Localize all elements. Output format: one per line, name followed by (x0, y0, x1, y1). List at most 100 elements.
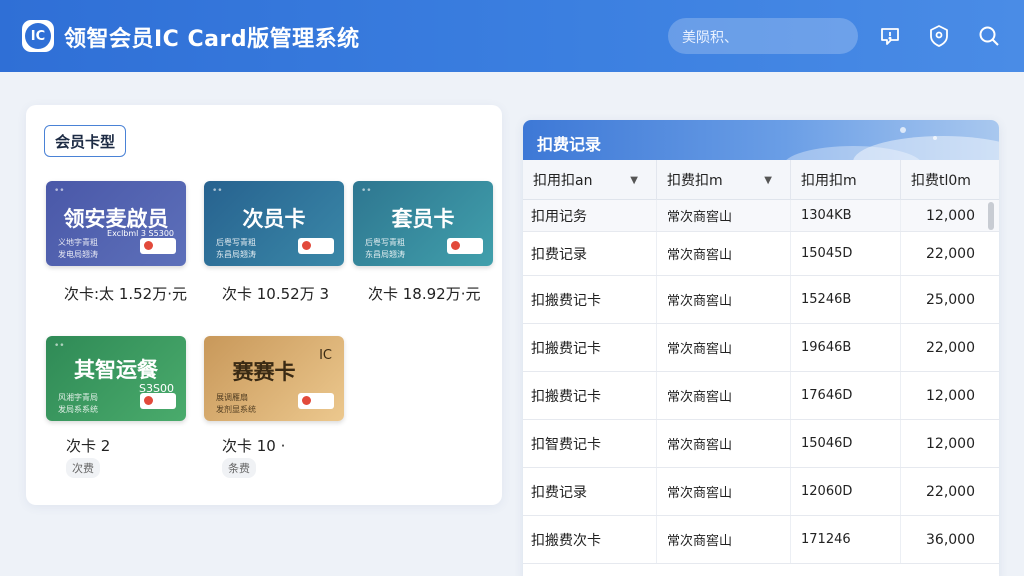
table-cell: 扣搬费次卡 (523, 516, 657, 563)
table-cell: 22,000 (926, 339, 975, 356)
card-chip-icon (140, 393, 176, 409)
table-cell: 36,000 (926, 531, 975, 548)
table-cell: 15046D (791, 420, 901, 467)
table-cell: 17646D (791, 372, 901, 419)
table-cell: 扣费记录 (523, 468, 657, 515)
table-row[interactable]: 扣用记务 常次商窖山 1304KB 12,000 (523, 200, 999, 232)
top-header: IC 领智会员IC Card版管理系统 美陨积、 (0, 0, 1024, 72)
table-cell: 扣费记录 (523, 232, 657, 275)
card-chip-icon (140, 238, 176, 254)
table-cell: 171246 (791, 516, 901, 563)
table-cell: 12,000 (926, 207, 975, 224)
table-cell: 常次商窖山 (657, 232, 791, 275)
records-panel-header: 扣费记录 (523, 120, 999, 160)
card-types-panel: 会员卡型 •• 领安麦啟员 义地字青粗 发电局翘涛 Exclbml 3 S530… (26, 105, 502, 505)
table-cell: 常次商窖山 (657, 324, 791, 371)
table-cell: 22,000 (926, 245, 975, 262)
card-chip-icon (447, 238, 483, 254)
member-card-1[interactable]: •• 领安麦啟员 义地字青粗 发电局翘涛 Exclbml 3 S5300 (46, 181, 186, 266)
table-scrollbar[interactable] (988, 202, 994, 230)
card-subtext: 东昌局翘涛 (365, 250, 405, 259)
card-info: 次卡:太 1.52万·元 (64, 285, 187, 303)
card-dots: •• (54, 186, 65, 196)
column-header-4[interactable]: 扣费tl0m (901, 160, 999, 200)
table-cell: 12,000 (926, 435, 975, 452)
table-cell: 常次商窖山 (657, 200, 791, 231)
records-panel: 扣费记录 扣用扣an ▼ 扣费扣m ▼ 扣用扣m 扣费tl0m 扣用记务 常次商窖… (523, 120, 999, 576)
table-cell: 常次商窖山 (657, 516, 791, 563)
table-cell: 常次商窖山 (657, 372, 791, 419)
table-row[interactable]: 扣搬费记卡 常次商窖山 17646D 12,000 (523, 372, 999, 420)
table-cell: 常次商窖山 (657, 468, 791, 515)
card-dots: •• (212, 186, 223, 196)
table-row[interactable]: 扣费记录 常次商窖山 12060D 22,000 (523, 468, 999, 516)
card-fee-pill: 次费 (66, 458, 100, 478)
table-cell: 扣搬费记卡 (523, 276, 657, 323)
card-fee-pill: 条费 (222, 458, 256, 478)
card-subtext: 展调雁扇 (216, 393, 248, 402)
column-label: 扣用扣an (533, 173, 593, 189)
search-input[interactable]: 美陨积、 (668, 18, 858, 54)
card-name: 次员卡 (242, 207, 306, 231)
card-name: 套员卡 (391, 207, 455, 231)
table-row[interactable]: 扣智费记卡 常次商窖山 15046D 12,000 (523, 420, 999, 468)
card-subtext: 后粤写青粗 (216, 238, 256, 247)
card-subtext: 发电局翘涛 (58, 250, 98, 259)
member-card-4[interactable]: •• 其智运餐 风湘字青局 发局系系统 S3S00 (46, 336, 186, 421)
table-cell: 常次商窖山 (657, 420, 791, 467)
card-info: 次卡 18.92万·元 (368, 285, 481, 303)
column-header-1[interactable]: 扣用扣an ▼ (523, 160, 657, 200)
table-row[interactable]: 扣费记录 常次商窖山 15045D 22,000 (523, 232, 999, 276)
card-badge: IC (319, 348, 332, 363)
card-chip-icon (298, 393, 334, 409)
table-cell: 12,000 (926, 387, 975, 404)
card-subtext: 东昌局翘涛 (216, 250, 256, 259)
card-subtext: 义地字青粗 (58, 238, 98, 247)
column-header-2[interactable]: 扣费扣m ▼ (657, 160, 791, 200)
member-card-2[interactable]: •• 次员卡 后粤写青粗 东昌局翘涛 (204, 181, 344, 266)
table-row[interactable]: 扣搬费记卡 常次商窖山 15246B 25,000 (523, 276, 999, 324)
card-subtext: 风湘字青局 (58, 393, 98, 402)
table-cell: 扣搬费记卡 (523, 372, 657, 419)
logo-mark: IC (25, 23, 51, 49)
card-name: 其智运餐 (74, 358, 158, 382)
card-subtext: 后粤写青粗 (365, 238, 405, 247)
card-info: 次卡 10 · (222, 437, 286, 455)
column-label: 扣用扣m (801, 173, 857, 189)
records-title: 扣费记录 (537, 135, 602, 154)
table-cell: 扣搬费记卡 (523, 324, 657, 371)
sort-caret-icon[interactable]: ▼ (630, 175, 638, 186)
card-dots: •• (361, 186, 372, 196)
column-header-3[interactable]: 扣用扣m (791, 160, 901, 200)
table-row[interactable]: 扣搬费记卡 常次商窖山 19646B 22,000 (523, 324, 999, 372)
card-chip-icon (298, 238, 334, 254)
table-cell: 15045D (791, 232, 901, 275)
card-info: 次卡 2 (66, 437, 111, 455)
card-subtext: 发剂显系统 (216, 405, 256, 414)
table-cell: 22,000 (926, 483, 975, 500)
table-header: 扣用扣an ▼ 扣费扣m ▼ 扣用扣m 扣费tl0m (523, 160, 999, 200)
table-cell: 25,000 (926, 291, 975, 308)
table-row[interactable]: 扣搬费次卡 常次商窖山 171246 36,000 (523, 516, 999, 564)
sort-caret-icon[interactable]: ▼ (764, 175, 772, 186)
column-label: 扣费tl0m (911, 173, 971, 189)
table-cell: 12060D (791, 468, 901, 515)
app-title: 领智会员IC Card版管理系统 (64, 27, 360, 52)
card-info: 次卡 10.52万 3 (222, 285, 330, 303)
card-subtext: 发局系系统 (58, 405, 98, 414)
member-card-5[interactable]: 赛赛卡 IC 展调雁扇 发剂显系统 (204, 336, 344, 421)
alert-icon[interactable] (876, 22, 904, 50)
table-cell: 1304KB (791, 200, 901, 231)
section-label: 会员卡型 (44, 125, 127, 157)
table-cell: 15246B (791, 276, 901, 323)
table-cell: 常次商窖山 (657, 276, 791, 323)
search-icon[interactable] (975, 22, 1003, 50)
column-label: 扣费扣m (667, 173, 723, 189)
shield-icon[interactable] (925, 22, 953, 50)
member-card-3[interactable]: •• 套员卡 后粤写青粗 东昌局翘涛 (353, 181, 493, 266)
table-cell: 19646B (791, 324, 901, 371)
card-badge: Exclbml 3 S5300 (107, 229, 174, 238)
app-logo: IC (22, 20, 54, 52)
table-cell: 扣用记务 (523, 200, 657, 231)
card-dots: •• (54, 341, 65, 351)
